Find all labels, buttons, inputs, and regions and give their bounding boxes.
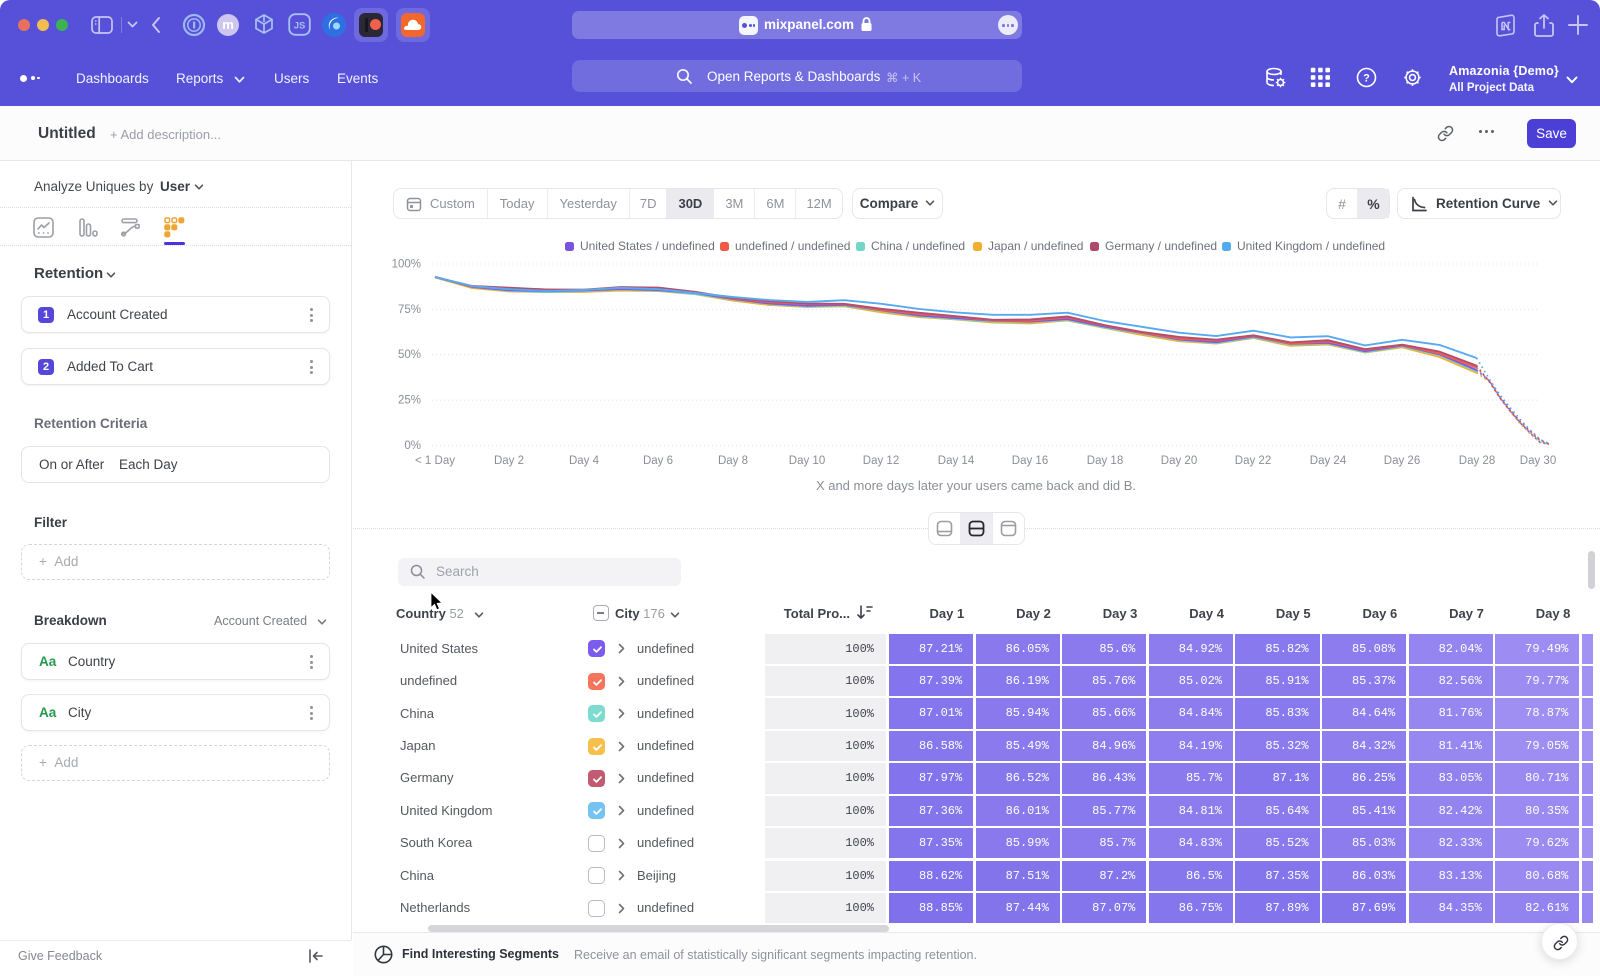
svg-text:Day 14: Day 14 <box>938 455 975 467</box>
svg-text:Day 28: Day 28 <box>1459 455 1495 467</box>
svg-text:Day 6: Day 6 <box>643 455 673 467</box>
svg-text:Day 22: Day 22 <box>1235 455 1271 467</box>
svg-text:Day 26: Day 26 <box>1384 455 1420 467</box>
svg-text:Day 12: Day 12 <box>863 455 899 467</box>
svg-text:< 1 Day: < 1 Day <box>415 455 455 467</box>
svg-text:0%: 0% <box>404 440 421 452</box>
svg-text:Day 16: Day 16 <box>1012 455 1048 467</box>
svg-text:100%: 100% <box>392 259 421 271</box>
svg-text:Day 18: Day 18 <box>1087 455 1123 467</box>
svg-text:Day 10: Day 10 <box>789 455 825 467</box>
svg-text:Day 20: Day 20 <box>1161 455 1197 467</box>
svg-text:Day 2: Day 2 <box>494 455 524 467</box>
svg-text:Day 8: Day 8 <box>718 455 748 467</box>
svg-text:25%: 25% <box>398 395 421 407</box>
svg-text:Day 24: Day 24 <box>1310 455 1347 467</box>
svg-text:75%: 75% <box>398 304 421 316</box>
svg-text:50%: 50% <box>398 349 421 361</box>
svg-text:Day 4: Day 4 <box>569 455 600 467</box>
svg-text:Day 30: Day 30 <box>1520 455 1556 467</box>
